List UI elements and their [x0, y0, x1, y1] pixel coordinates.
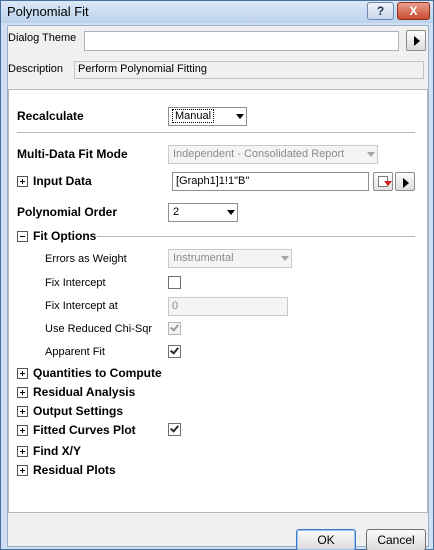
residual-analysis-expand-icon[interactable]	[17, 387, 28, 398]
theme-menu-button[interactable]	[406, 30, 426, 51]
fitted-curves-plot-label: Fitted Curves Plot	[33, 423, 136, 437]
find-xy-expand-icon[interactable]	[17, 446, 28, 457]
settings-panel: Recalculate Manual Multi-Data Fit Mode I…	[8, 89, 428, 513]
dialog-theme-label: Dialog Theme	[8, 32, 77, 44]
chevron-down-icon	[367, 152, 375, 157]
checkmark-icon	[170, 423, 179, 433]
description-field: Perform Polynomial Fitting	[74, 61, 424, 79]
fitted-curves-plot-expand-icon[interactable]	[17, 425, 28, 436]
quantities-to-compute-label: Quantities to Compute	[33, 366, 162, 380]
errors-as-weight-select[interactable]: Instrumental	[168, 249, 292, 268]
help-button[interactable]: ?	[367, 2, 394, 20]
dialog-body: Dialog Theme Description Perform Polynom…	[7, 25, 429, 550]
fitted-curves-plot-checkbox[interactable]	[168, 423, 181, 436]
description-label: Description	[8, 63, 64, 75]
divider	[17, 132, 415, 133]
fix-intercept-checkbox[interactable]	[168, 276, 181, 289]
fix-intercept-label: Fix Intercept	[45, 277, 106, 289]
divider	[97, 236, 415, 237]
chevron-down-icon	[281, 256, 289, 261]
chevron-down-icon	[236, 114, 244, 119]
recalculate-select[interactable]: Manual	[168, 107, 247, 126]
window-title: Polynomial Fit	[7, 4, 89, 19]
title-bar[interactable]: Polynomial Fit ? X	[1, 1, 433, 23]
input-data-menu-button[interactable]	[395, 172, 415, 191]
fit-options-label: Fit Options	[33, 229, 97, 243]
use-reduced-chi-sqr-checkbox[interactable]	[168, 322, 181, 335]
checkmark-icon	[170, 322, 179, 332]
polynomial-fit-dialog: Polynomial Fit ? X Dialog Theme Descript…	[0, 0, 434, 550]
recalculate-label: Recalculate	[17, 109, 84, 123]
apparent-fit-checkbox[interactable]	[168, 345, 181, 358]
polynomial-order-label: Polynomial Order	[17, 205, 118, 219]
multi-data-fit-mode-label: Multi-Data Fit Mode	[17, 147, 128, 161]
fix-intercept-at-label: Fix Intercept at	[45, 300, 118, 312]
input-data-label: Input Data	[33, 174, 92, 188]
output-settings-expand-icon[interactable]	[17, 406, 28, 417]
input-data-expand-icon[interactable]	[17, 176, 28, 187]
multi-data-fit-mode-select[interactable]: Independent - Consolidated Report	[168, 145, 378, 164]
apparent-fit-label: Apparent Fit	[45, 346, 105, 358]
ok-button[interactable]: OK	[296, 529, 356, 550]
select-data-button[interactable]	[373, 172, 393, 191]
cancel-button[interactable]: Cancel	[366, 529, 426, 550]
polynomial-order-select[interactable]: 2	[168, 203, 238, 222]
close-icon: X	[409, 4, 418, 18]
close-button[interactable]: X	[397, 2, 430, 20]
residual-plots-label: Residual Plots	[33, 463, 116, 477]
chevron-down-icon	[227, 210, 235, 215]
errors-as-weight-label: Errors as Weight	[45, 253, 127, 265]
dialog-theme-input[interactable]	[84, 31, 399, 51]
checkmark-icon	[170, 345, 179, 355]
fit-options-collapse-icon[interactable]	[17, 231, 28, 242]
quantities-expand-icon[interactable]	[17, 368, 28, 379]
input-data-field[interactable]: [Graph1]1!1"B"	[172, 172, 369, 191]
residual-analysis-label: Residual Analysis	[33, 385, 136, 399]
find-xy-label: Find X/Y	[33, 444, 81, 458]
residual-plots-expand-icon[interactable]	[17, 465, 28, 476]
arrow-icon	[384, 181, 392, 186]
output-settings-label: Output Settings	[33, 404, 123, 418]
fix-intercept-at-field[interactable]: 0	[168, 297, 288, 316]
help-icon: ?	[376, 4, 385, 18]
use-reduced-chi-sqr-label: Use Reduced Chi-Sqr	[45, 323, 152, 335]
